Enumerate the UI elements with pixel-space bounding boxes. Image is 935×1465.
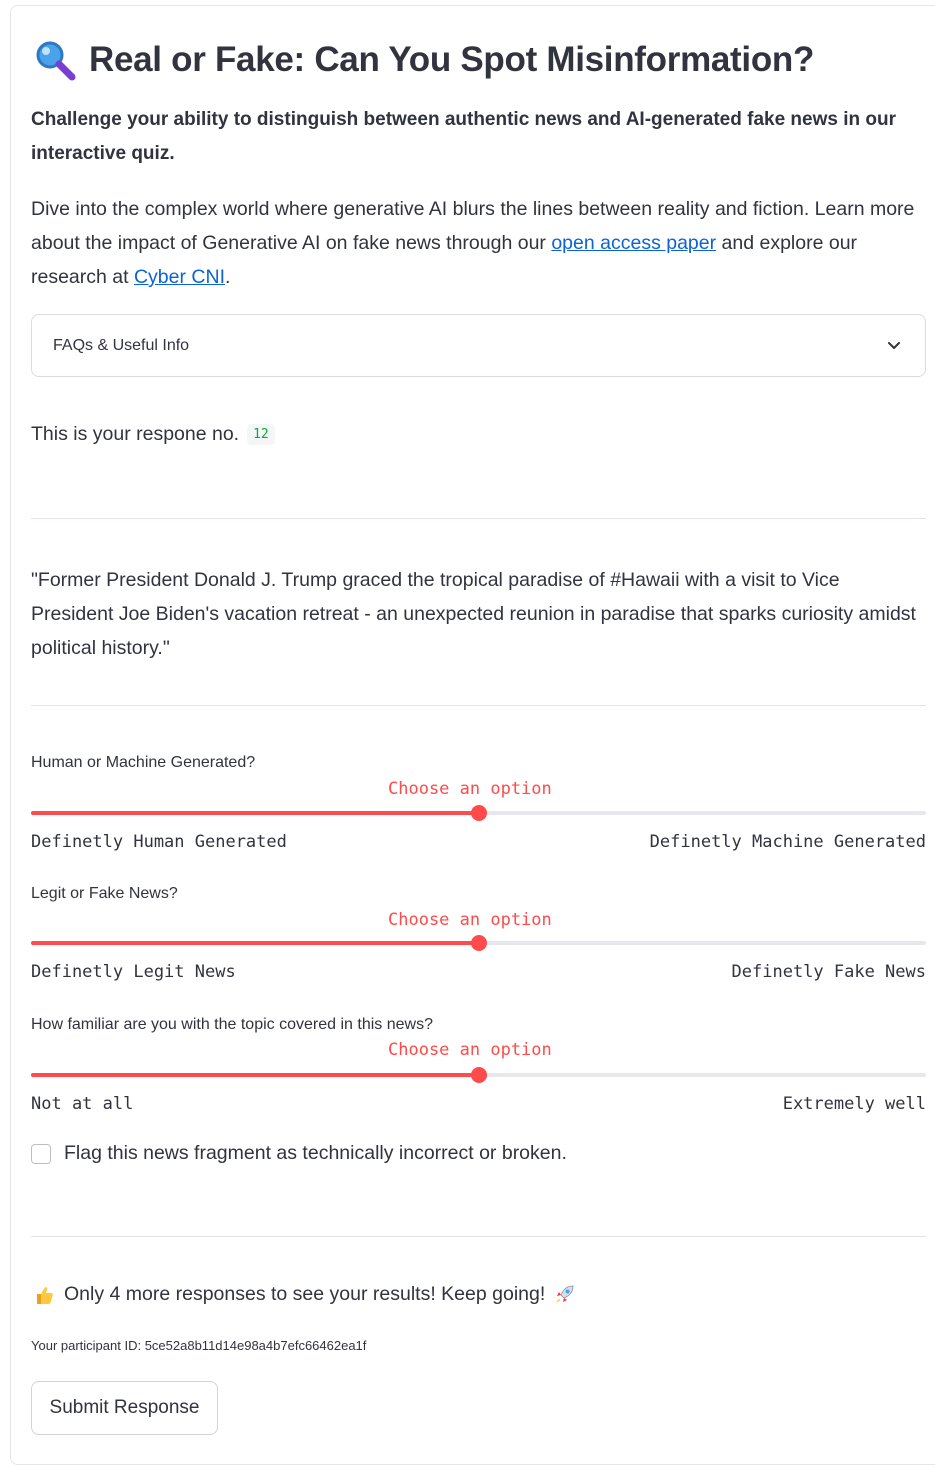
response-count: This is your respone no. 12 — [31, 423, 275, 446]
page-title: Real or Fake: Can You Spot Misinformatio… — [89, 40, 815, 79]
divider — [31, 518, 926, 519]
faq-expander-label: FAQs & Useful Info — [53, 336, 190, 354]
human-machine-slider[interactable] — [31, 805, 926, 821]
slider-thumb[interactable] — [470, 1067, 487, 1083]
slider-min-label: Not at all — [31, 1094, 134, 1114]
flag-checkbox-label: Flag this news fragment as technically i… — [64, 1142, 567, 1164]
slider-fill — [31, 811, 479, 815]
divider — [31, 705, 926, 706]
lead-text: Challenge your ability to distinguish be… — [31, 109, 896, 164]
slider-thumb[interactable] — [470, 935, 487, 951]
faq-expander[interactable]: FAQs & Useful Info — [31, 314, 926, 377]
rocket-icon — [556, 1285, 574, 1303]
news-quote: "Former President Donald J. Trump graced… — [31, 569, 916, 659]
progress-text: Only 4 more responses to see your result… — [64, 1283, 546, 1305]
slider-max-label: Definetly Fake News — [731, 962, 926, 982]
flag-checkbox[interactable] — [31, 1143, 51, 1164]
magnifying-glass-icon — [36, 41, 76, 81]
cyber-cni-link[interactable]: Cyber CNI — [134, 266, 225, 288]
slider-fill — [31, 941, 479, 945]
slider-value-label: Choose an option — [388, 779, 552, 799]
progress-note: Only 4 more responses to see your result… — [33, 1283, 575, 1306]
slider-min-label: Definetly Human Generated — [31, 832, 287, 852]
slider-question-legit-fake: Legit or Fake News? — [31, 885, 178, 902]
divider — [31, 1236, 926, 1237]
slider-value-label: Choose an option — [388, 1040, 552, 1060]
slider-max-label: Definetly Machine Generated — [649, 832, 926, 852]
slider-max-label: Extremely well — [782, 1094, 926, 1114]
slider-min-label: Definetly Legit News — [31, 962, 236, 982]
intro-text-3: . — [225, 266, 231, 288]
familiarity-slider[interactable] — [31, 1067, 926, 1083]
chevron-down-icon — [888, 341, 900, 349]
slider-thumb[interactable] — [470, 805, 487, 821]
slider-question-familiarity: How familiar are you with the topic cove… — [31, 1016, 433, 1033]
response-label: This is your respone no. — [31, 423, 240, 445]
intro-paragraph: Dive into the complex world where genera… — [31, 192, 926, 294]
flag-checkbox-row[interactable]: Flag this news fragment as technically i… — [31, 1142, 567, 1165]
slider-question-human-machine: Human or Machine Generated? — [31, 754, 256, 771]
slider-fill — [31, 1073, 479, 1077]
slider-value-label: Choose an option — [388, 910, 552, 930]
thumbs-up-icon — [37, 1286, 53, 1304]
open-access-paper-link[interactable]: open access paper — [551, 232, 716, 254]
response-number-badge: 12 — [247, 424, 275, 445]
legit-fake-slider[interactable] — [31, 935, 926, 951]
submit-response-button[interactable]: Submit Response — [31, 1381, 218, 1435]
page-header: Real or Fake: Can You Spot Misinformatio… — [33, 36, 814, 84]
participant-id: Your participant ID: 5ce52a8b11d14e98a4b… — [31, 1338, 367, 1353]
